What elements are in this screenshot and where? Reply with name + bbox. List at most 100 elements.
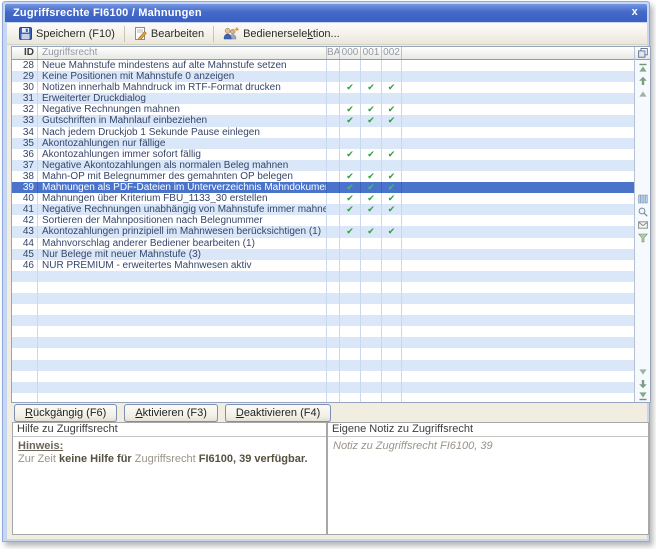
cell-check[interactable]: ✔ xyxy=(361,204,382,215)
grid-row[interactable]: 30Notizen innerhalb Mahndruck im RTF-For… xyxy=(12,82,634,93)
filter-icon[interactable] xyxy=(638,233,648,243)
grid-row[interactable]: 29Keine Positionen mit Mahnstufe 0 anzei… xyxy=(12,71,634,82)
cell-ba[interactable] xyxy=(327,193,340,204)
cell-check[interactable]: ✔ xyxy=(340,115,361,126)
cell-check[interactable] xyxy=(382,260,402,271)
cell-check[interactable]: ✔ xyxy=(361,82,382,93)
cell-check[interactable] xyxy=(340,249,361,260)
cell-check[interactable] xyxy=(382,93,402,104)
cell-check[interactable] xyxy=(361,260,382,271)
grid-row[interactable]: 32Negative Rechnungen mahnen✔✔✔ xyxy=(12,104,634,115)
cell-check[interactable]: ✔ xyxy=(340,104,361,115)
button-deaktivieren-f4[interactable]: Deaktivieren (F4) xyxy=(225,404,331,422)
grid-row-empty[interactable] xyxy=(12,293,634,304)
cell-check[interactable] xyxy=(361,60,382,71)
scroll-top-icon[interactable] xyxy=(638,63,648,73)
grid-row[interactable]: 45Nur Belege mit neuer Mahnstufe (3) xyxy=(12,249,634,260)
up-triangle-icon[interactable] xyxy=(638,89,648,99)
cell-check[interactable]: ✔ xyxy=(382,104,402,115)
cell-ba[interactable] xyxy=(327,138,340,149)
note-content[interactable]: Notiz zu Zugriffsrecht FI6100, 39 xyxy=(328,437,648,455)
grid-row-empty[interactable] xyxy=(12,382,634,393)
grid-row[interactable]: 37Negative Akontozahlungen als normalen … xyxy=(12,160,634,171)
grid-row[interactable]: 28Neue Mahnstufe mindestens auf alte Mah… xyxy=(12,60,634,71)
grid-row[interactable]: 42Sortieren der Mahnpositionen nach Bele… xyxy=(12,215,634,226)
column-header-001[interactable]: 001 xyxy=(361,47,382,59)
cell-ba[interactable] xyxy=(327,71,340,82)
cell-check[interactable] xyxy=(340,93,361,104)
down-triangle-icon[interactable] xyxy=(638,367,648,377)
cell-check[interactable] xyxy=(361,215,382,226)
grid-row-empty[interactable] xyxy=(12,282,634,293)
grid-row-empty[interactable] xyxy=(12,393,634,402)
cell-check[interactable]: ✔ xyxy=(340,149,361,160)
grid-row-empty[interactable] xyxy=(12,337,634,348)
cell-check[interactable] xyxy=(382,238,402,249)
cell-ba[interactable] xyxy=(327,60,340,71)
grid-row-selected[interactable]: 39Mahnungen als PDF-Dateien im Unterverz… xyxy=(12,182,634,193)
columns-icon[interactable] xyxy=(638,194,648,204)
column-header-ba[interactable]: BA xyxy=(327,47,340,59)
cell-check[interactable] xyxy=(340,138,361,149)
grid-row[interactable]: 40Mahnungen über Kriterium FBU_1133_30 e… xyxy=(12,193,634,204)
grid-row-empty[interactable] xyxy=(12,371,634,382)
close-icon[interactable]: x xyxy=(632,4,638,21)
cell-check[interactable]: ✔ xyxy=(340,226,361,237)
copy-icon[interactable] xyxy=(635,47,650,60)
cell-check[interactable]: ✔ xyxy=(382,82,402,93)
cell-check[interactable]: ✔ xyxy=(340,193,361,204)
cell-ba[interactable] xyxy=(327,249,340,260)
cell-check[interactable] xyxy=(340,127,361,138)
cell-check[interactable] xyxy=(361,160,382,171)
grid-row[interactable]: 35Akontozahlungen nur fällige xyxy=(12,138,634,149)
grid-row[interactable]: 31Erweiterter Druckdialog xyxy=(12,93,634,104)
cell-check[interactable] xyxy=(382,127,402,138)
cell-ba[interactable] xyxy=(327,115,340,126)
cell-check[interactable] xyxy=(382,249,402,260)
note-icon[interactable] xyxy=(638,220,648,230)
cell-check[interactable]: ✔ xyxy=(361,171,382,182)
cell-ba[interactable] xyxy=(327,238,340,249)
grid-row-empty[interactable] xyxy=(12,271,634,282)
cell-ba[interactable] xyxy=(327,104,340,115)
cell-check[interactable]: ✔ xyxy=(382,182,402,193)
column-header-id[interactable]: ID xyxy=(12,47,38,59)
cell-check[interactable] xyxy=(340,60,361,71)
grid-row-empty[interactable] xyxy=(12,315,634,326)
cell-check[interactable] xyxy=(382,215,402,226)
cell-ba[interactable] xyxy=(327,160,340,171)
grid-row-empty[interactable] xyxy=(12,348,634,359)
cell-check[interactable]: ✔ xyxy=(382,171,402,182)
cell-ba[interactable] xyxy=(327,127,340,138)
cell-check[interactable] xyxy=(382,160,402,171)
cell-check[interactable]: ✔ xyxy=(340,204,361,215)
cell-check[interactable] xyxy=(361,93,382,104)
toolbar-button-speichern-f10[interactable]: Speichern (F10) xyxy=(13,25,121,42)
cell-ba[interactable] xyxy=(327,226,340,237)
grid-row[interactable]: 44Mahnvorschlag anderer Bediener bearbei… xyxy=(12,238,634,249)
cell-check[interactable] xyxy=(361,138,382,149)
cell-check[interactable]: ✔ xyxy=(382,193,402,204)
column-header-000[interactable]: 000 xyxy=(340,47,361,59)
cell-check[interactable] xyxy=(361,71,382,82)
cell-check[interactable]: ✔ xyxy=(361,182,382,193)
cell-check[interactable]: ✔ xyxy=(361,226,382,237)
grid-row[interactable]: 33Gutschriften in Mahnlauf einbeziehen✔✔… xyxy=(12,115,634,126)
cell-check[interactable] xyxy=(361,249,382,260)
cell-ba[interactable] xyxy=(327,215,340,226)
grid-row[interactable]: 38Mahn-OP mit Belegnummer des gemahnten … xyxy=(12,171,634,182)
cell-check[interactable] xyxy=(382,60,402,71)
cell-check[interactable]: ✔ xyxy=(382,149,402,160)
grid-row-empty[interactable] xyxy=(12,360,634,371)
cell-check[interactable]: ✔ xyxy=(361,193,382,204)
cell-ba[interactable] xyxy=(327,260,340,271)
button-aktivieren-f3[interactable]: Aktivieren (F3) xyxy=(124,404,218,422)
button-r-ckg-ngig-f6[interactable]: Rückgängig (F6) xyxy=(14,404,117,422)
cell-check[interactable]: ✔ xyxy=(340,82,361,93)
toolbar-button-bedienerselektion[interactable]: Bedienerselektion... xyxy=(217,25,346,42)
column-header-002[interactable]: 002 xyxy=(382,47,402,59)
cell-ba[interactable] xyxy=(327,149,340,160)
cell-ba[interactable] xyxy=(327,204,340,215)
cell-check[interactable] xyxy=(361,238,382,249)
cell-check[interactable]: ✔ xyxy=(340,171,361,182)
